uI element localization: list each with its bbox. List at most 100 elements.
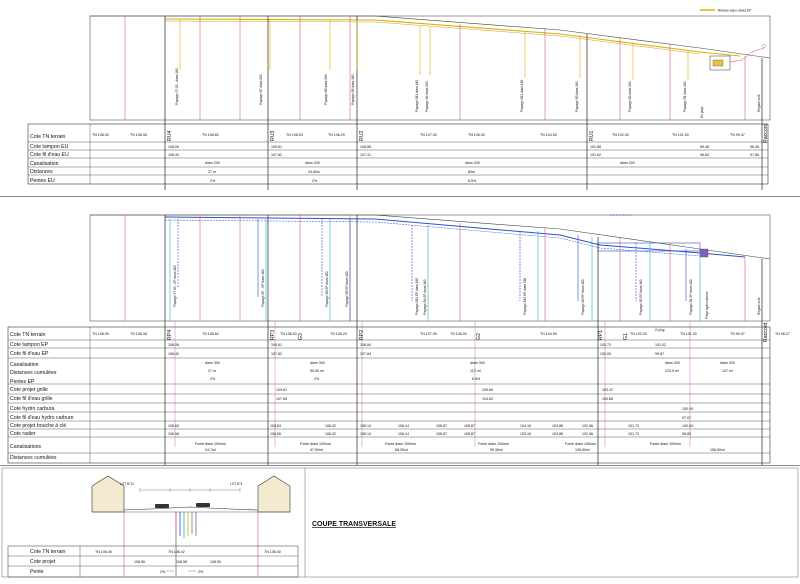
- eu-vlabel-11: Regard sorti: [757, 94, 761, 112]
- ep-row-label-2: Cote fil d'eau EP: [10, 351, 49, 357]
- ep-dcum-4: 136.80ml: [575, 448, 590, 452]
- ep-canal-0: diam 300: [205, 361, 220, 365]
- eu-pente-2: 6.5%: [468, 179, 477, 183]
- ep-canal-1: diam 300: [310, 361, 325, 365]
- ep-profile-frame: [89, 214, 771, 322]
- cross-section-panel: LOT N°11 LOT N°4 COUPE TRANSVERSALE Cote…: [0, 466, 800, 579]
- car-right: [196, 503, 210, 507]
- eu-tampon-1: 109.61: [271, 145, 282, 149]
- ep-filhydro-0: 97.07: [682, 416, 691, 420]
- cross-table: Cote TN terrain Cote projet Pente TN 108…: [7, 545, 299, 578]
- ep-vlabel-0: Piquage 97.00 - EP diam 160: [173, 265, 177, 307]
- ep-vlabel-7: Piquage B3 EP diam 160: [581, 279, 585, 315]
- ep-raccord-label: Regard sorti: [757, 297, 761, 315]
- eu-tn-7: TN 104.50: [540, 133, 557, 137]
- ep-dcum-1: 47.90ml: [310, 448, 323, 452]
- ep-terrain-line: [90, 214, 771, 260]
- ep-fil-2: 107.84: [360, 352, 371, 356]
- ep-vlabel-6: Piquage B12 EP diam 160: [523, 277, 527, 315]
- ep-row-label-13: Distances cumulées: [10, 455, 57, 461]
- eu-fil-0: 106.40: [168, 153, 179, 157]
- eu-canal-2: diam 200: [465, 161, 480, 165]
- ep-canal-4: diam 300: [720, 361, 735, 365]
- eu-row-label-4: Distances: [30, 169, 53, 175]
- eu-vlabel-1: Piquage B7 diam 160: [259, 74, 263, 105]
- ep-chamber-0: RP4: [167, 330, 173, 340]
- cross-row-label-2: Pente: [30, 569, 44, 575]
- ep-chamber-5: RP1: [598, 330, 604, 340]
- eu-tn-4: TN 108.29: [328, 133, 345, 137]
- ep-radier-0: 106.56: [168, 432, 179, 436]
- ep-row-label-5: Pentes EP: [10, 379, 35, 385]
- eu-dist-1: 23.60m: [308, 170, 320, 174]
- ep-pente-2: 6.5%: [472, 377, 481, 381]
- ep-tampon-1: 109.61: [271, 343, 282, 347]
- ep-fil-3: 100.05: [600, 352, 611, 356]
- house-right: [257, 475, 291, 513]
- ep-pente-0: 2%: [210, 377, 216, 381]
- eu-tn-9: TN 101.00: [672, 133, 689, 137]
- ep-row-label-9: Cote fil d'eau hydro carbure: [10, 415, 74, 421]
- ep-vlabel-3: Piquage B5 EP diam 160: [345, 271, 349, 307]
- ep-canal-2: diam 300: [470, 361, 485, 365]
- ep-vlabel-5: Piquage B4 EP diam 160: [423, 279, 427, 315]
- cross-verticals: [123, 512, 259, 576]
- eu-branch-ticks: [179, 20, 689, 80]
- ep-bouche-7: 104.16: [520, 424, 531, 428]
- ep-canal-3: diam 300: [665, 361, 680, 365]
- cross-section-title: COUPE TRANSVERSALE: [312, 521, 396, 528]
- eu-tampon-3: 102.88: [590, 145, 601, 149]
- ep-dist-4: 137 ml: [722, 369, 733, 373]
- ep-bouche-5: 106.87: [436, 424, 447, 428]
- cross-projet-0: 108.56: [134, 560, 145, 564]
- ep-tn-3: TN 108.53: [280, 332, 297, 336]
- ep-radier-8: 103.86: [552, 432, 563, 436]
- ep-chamber-2: G3: [298, 333, 304, 340]
- ep-bouche-11: 100.63: [682, 424, 693, 428]
- eu-chamber-3: RU1: [589, 131, 595, 141]
- ep-bouche-1: 108.63: [270, 424, 281, 428]
- eu-vlabel-0: Piquage 97.00 - diam 160: [175, 68, 179, 105]
- underground-networks: [175, 512, 197, 538]
- eu-profile-drawing: Réseau eaux usées EP Piquage 97.00 - dia…: [27, 9, 771, 190]
- ep-bouche-10: 101.72: [628, 424, 639, 428]
- eu-row-label-5: Pentes EU: [30, 178, 55, 184]
- ep-tampon-2: 108.84: [360, 343, 371, 347]
- ep-hydro-0: 100.49: [682, 407, 693, 411]
- eu-tn-1: TN 108.38: [130, 133, 147, 137]
- ep-row-label-10: Cote projet bouche à clé: [10, 423, 66, 429]
- eu-tn-5: TN 107.00: [420, 133, 437, 137]
- ep-row-label-4: Distances cumulées: [10, 370, 57, 376]
- ep-tn-0: TN 108.00: [92, 332, 109, 336]
- eu-table: Cote TN terrain Cote tampon EU Cote fil …: [27, 124, 769, 185]
- ep-fonte-0: Fonte diam 100mm: [195, 442, 226, 446]
- ep-chamber-4: G2: [476, 333, 482, 340]
- ep-radier-1: 108.56: [270, 432, 281, 436]
- eu-canal-3: diam 200: [620, 161, 635, 165]
- eu-red-verticals: [124, 16, 746, 120]
- ep-radier-2: 108.32: [325, 432, 336, 436]
- ep-row-label-6: Cote projet grille: [10, 387, 48, 393]
- eu-tampon-0: 108.06: [168, 145, 179, 149]
- ep-row-label-1: Cote tampon EP: [10, 342, 49, 348]
- ep-tn-7: TN 104.50: [540, 332, 557, 336]
- ep-vertical-labels: Piquage 97.00 - EP diam 160 Piquage B7 -…: [173, 265, 761, 319]
- ep-dcum-5: 156.50ml: [710, 448, 725, 452]
- eu-vlabel-8: Piquage B2 diam 160: [628, 81, 632, 112]
- ep-fil-4: 99.87: [655, 352, 664, 356]
- eu-vlabel-7: Piquage B3 diam 160: [575, 81, 579, 112]
- ep-tn-4: TN 108.29: [330, 332, 347, 336]
- eu-profile-panel: Réseau eaux usées EP Piquage 97.00 - dia…: [0, 0, 800, 190]
- eu-tampon-2: 108.88: [360, 145, 371, 149]
- ep-radier-5: 106.87: [436, 432, 447, 436]
- ep-profile-panel: Piquage 97.00 - EP diam 160 Piquage B7 -…: [0, 197, 800, 465]
- ep-hydrocarbon-trap: [699, 248, 709, 258]
- ep-fonte-5: Fonte diam 100mm: [650, 442, 681, 446]
- ep-grille-2: 103.22: [602, 388, 613, 392]
- ep-dist-2: 112 ml: [470, 369, 481, 373]
- ep-branch-lines: [169, 219, 701, 321]
- ep-tn-2: TN 108.82: [202, 332, 219, 336]
- ep-tn-9: TN 101.00: [680, 332, 697, 336]
- ep-fonte-1: Fonte diam 100mm: [300, 442, 331, 446]
- ep-tn-5: TN 107.00: [420, 332, 437, 336]
